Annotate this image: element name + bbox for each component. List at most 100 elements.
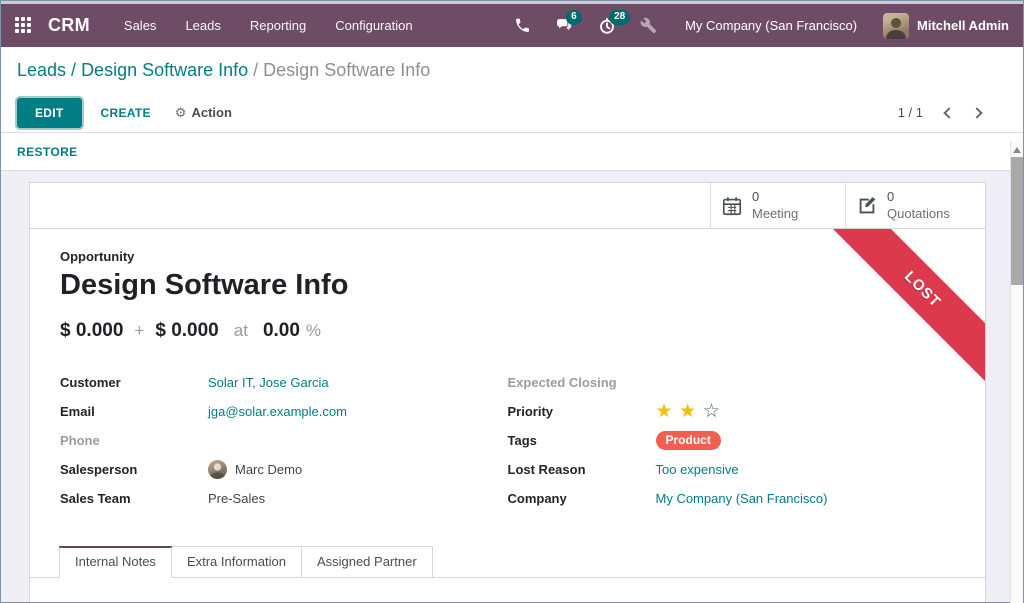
sales-team-value[interactable]: Pre-Sales — [208, 491, 265, 506]
field-email: Email jga@solar.example.com — [60, 402, 508, 421]
pager-next-icon[interactable] — [971, 107, 982, 118]
create-button[interactable]: CREATE — [101, 106, 151, 120]
activities-icon[interactable]: 28 — [598, 17, 616, 35]
field-customer: Customer Solar IT, Jose Garcia — [60, 373, 508, 392]
restore-button[interactable]: RESTORE — [17, 145, 78, 159]
pager-value: 1 / 1 — [898, 105, 923, 120]
email-label: Email — [60, 404, 208, 419]
form-sheet: 0 Meeting 0 Quotations LOST Op — [29, 182, 986, 602]
user-menu[interactable]: Mitchell Admin — [917, 18, 1009, 33]
expected-revenue: $ 0.000 — [60, 320, 123, 342]
field-phone: Phone — [60, 431, 508, 450]
apps-grid-icon[interactable] — [15, 17, 32, 34]
tab-content-internal-notes — [30, 578, 985, 602]
revenue-line: $ 0.000 + $ 0.000 at 0.00 % — [60, 320, 955, 342]
app-navbar: CRM Sales Leads Reporting Configuration … — [1, 4, 1023, 47]
debug-wrench-icon[interactable] — [640, 17, 657, 34]
menu-leads[interactable]: Leads — [185, 18, 220, 33]
fields-right-column: Expected Closing Priority ★ ★ ☆ — [508, 373, 956, 518]
salesperson-value[interactable]: Marc Demo — [235, 462, 302, 477]
pager: 1 / 1 — [898, 105, 981, 120]
fields-grid: Customer Solar IT, Jose Garcia Email jga… — [60, 373, 955, 518]
notebook: Internal Notes Extra Information Assigne… — [30, 546, 985, 602]
salesperson-avatar — [208, 460, 227, 479]
record-title: Design Software Info — [60, 267, 955, 303]
priority-label: Priority — [508, 404, 656, 419]
at-label: at — [234, 321, 248, 341]
field-expected-closing: Expected Closing — [508, 373, 956, 392]
pager-previous-icon[interactable] — [943, 107, 954, 118]
expected-closing-label: Expected Closing — [508, 375, 656, 390]
priority-stars: ★ ★ ☆ — [656, 402, 723, 421]
company-value[interactable]: My Company (San Francisco) — [656, 491, 828, 506]
menu-configuration[interactable]: Configuration — [335, 18, 412, 33]
sales-team-label: Sales Team — [60, 491, 208, 506]
tag-product[interactable]: Product — [656, 431, 721, 450]
breadcrumb-leads[interactable]: Leads — [17, 60, 66, 80]
field-salesperson: Salesperson Marc Demo — [60, 460, 508, 479]
customer-label: Customer — [60, 375, 208, 390]
plus-sign: + — [134, 321, 144, 341]
tab-internal-notes[interactable]: Internal Notes — [59, 546, 172, 578]
stat-button-meeting[interactable]: 0 Meeting — [710, 183, 845, 228]
fields-left-column: Customer Solar IT, Jose Garcia Email jga… — [60, 373, 508, 518]
breadcrumb-current: Design Software Info — [263, 60, 430, 80]
odoo-window: CRM Sales Leads Reporting Configuration … — [0, 0, 1024, 603]
calendar-icon — [721, 195, 743, 217]
user-avatar[interactable] — [883, 13, 909, 39]
pencil-square-icon — [856, 195, 878, 217]
activities-badge: 28 — [609, 10, 630, 25]
action-label: Action — [191, 105, 231, 120]
menu-sales[interactable]: Sales — [124, 18, 157, 33]
star-1-icon[interactable]: ★ — [656, 401, 673, 422]
customer-value[interactable]: Solar IT, Jose Garcia — [208, 375, 329, 390]
control-panel: EDIT CREATE ⚙ Action 1 / 1 — [1, 86, 1023, 132]
field-lost-reason: Lost Reason Too expensive — [508, 460, 956, 479]
notebook-tabs: Internal Notes Extra Information Assigne… — [30, 546, 985, 578]
star-2-icon[interactable]: ★ — [679, 401, 696, 422]
action-menu[interactable]: ⚙ Action — [175, 105, 232, 121]
edit-button[interactable]: EDIT — [17, 98, 82, 128]
probability-value: 0.00 — [263, 320, 300, 342]
salesperson-label: Salesperson — [60, 462, 208, 477]
recurring-revenue: $ 0.000 — [155, 320, 218, 342]
lost-reason-label: Lost Reason — [508, 462, 656, 477]
lost-reason-value[interactable]: Too expensive — [656, 462, 739, 477]
gear-icon: ⚙ — [175, 105, 187, 121]
record-type-label: Opportunity — [60, 249, 955, 264]
company-label: Company — [508, 491, 656, 506]
meeting-label: Meeting — [752, 206, 798, 222]
tab-assigned-partner[interactable]: Assigned Partner — [302, 546, 433, 578]
scrollbar-thumb[interactable] — [1011, 157, 1023, 285]
tab-extra-information[interactable]: Extra Information — [172, 546, 302, 578]
breadcrumb-separator-1: / — [66, 60, 81, 80]
breadcrumb-separator-2: / — [248, 60, 263, 80]
tags-label: Tags — [508, 433, 656, 448]
breadcrumb: Leads / Design Software Info / Design So… — [1, 47, 1023, 86]
stat-button-row: 0 Meeting 0 Quotations — [30, 183, 985, 229]
meeting-count: 0 — [752, 189, 798, 205]
sheet-main: LOST Opportunity Design Software Info $ … — [30, 229, 985, 602]
app-name[interactable]: CRM — [48, 15, 90, 36]
menu-reporting[interactable]: Reporting — [250, 18, 306, 33]
phone-icon[interactable] — [514, 17, 531, 34]
email-value[interactable]: jga@solar.example.com — [208, 404, 347, 419]
messages-icon[interactable]: 6 — [555, 17, 574, 34]
quotations-label: Quotations — [887, 206, 950, 222]
scrollbar-up-icon[interactable] — [1013, 147, 1021, 153]
vertical-scrollbar[interactable] — [1010, 141, 1023, 603]
field-company: Company My Company (San Francisco) — [508, 489, 956, 508]
field-priority: Priority ★ ★ ☆ — [508, 402, 956, 421]
percent-sign: % — [306, 321, 321, 341]
stat-button-quotations[interactable]: 0 Quotations — [845, 183, 985, 228]
star-3-icon[interactable]: ☆ — [703, 401, 720, 422]
breadcrumb-parent[interactable]: Design Software Info — [81, 60, 248, 80]
quotations-count: 0 — [887, 189, 950, 205]
field-sales-team: Sales Team Pre-Sales — [60, 489, 508, 508]
messages-badge: 6 — [566, 10, 582, 25]
systray: 6 28 My Company (San Francisco) Mitchell… — [490, 13, 1009, 39]
form-view: 0 Meeting 0 Quotations LOST Op — [1, 171, 1023, 602]
field-tags: Tags Product — [508, 431, 956, 450]
phone-label: Phone — [60, 433, 208, 448]
company-switcher[interactable]: My Company (San Francisco) — [685, 18, 857, 33]
